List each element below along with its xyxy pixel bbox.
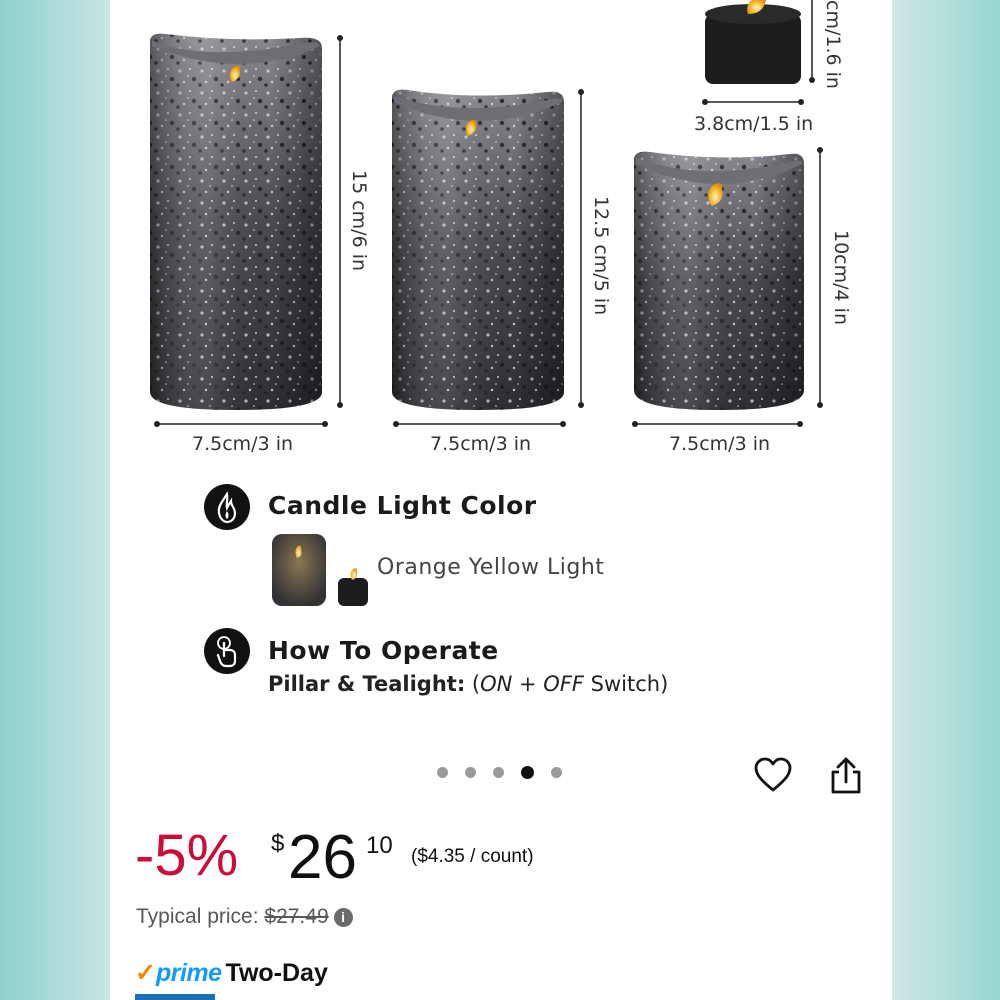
operate-switch: Switch)	[583, 672, 669, 696]
typical-price-value: $27.49	[264, 905, 329, 928]
medium-width-label: 7.5cm/3 in	[430, 433, 532, 455]
operate-label: Pillar & Tealight:	[268, 672, 466, 696]
carousel-dot[interactable]	[551, 767, 562, 778]
large-pillar-candle	[150, 33, 322, 410]
large-height-label: 15 cm/6 in	[348, 170, 370, 272]
image-carousel-indicator[interactable]	[437, 766, 562, 779]
discount-percentage: -5%	[135, 823, 239, 888]
delivery-text-clipped	[135, 994, 215, 1000]
typical-price: Typical price: $27.49 i	[136, 905, 353, 929]
share-icon	[831, 757, 861, 794]
medium-height-label: 12.5 cm/5 in	[590, 196, 612, 316]
operate-on-off: ON + OFF	[480, 672, 584, 696]
unit-price: ($4.35 / count)	[411, 846, 534, 867]
prime-logo: prime	[155, 959, 222, 987]
share-button[interactable]	[829, 757, 863, 799]
info-icon[interactable]: i	[333, 907, 353, 927]
candle-light-color-title: Candle Light Color	[268, 491, 537, 520]
carousel-dot-active[interactable]	[521, 766, 534, 779]
carousel-dot[interactable]	[493, 767, 504, 778]
flame-icon	[204, 484, 250, 530]
typical-price-label: Typical price:	[136, 905, 259, 928]
tealight-candle	[705, 0, 801, 84]
small-height-label: 10cm/4 in	[830, 230, 852, 325]
price-fraction: 10	[366, 832, 393, 859]
small-pillar-candle	[634, 151, 804, 410]
carousel-dot[interactable]	[437, 767, 448, 778]
large-width-label: 7.5cm/3 in	[192, 433, 294, 455]
small-width-label: 7.5cm/3 in	[669, 433, 771, 455]
operate-open: (	[471, 672, 481, 696]
prime-badge: ✓prime Two-Day	[135, 958, 328, 988]
light-color-value: Orange Yellow Light	[377, 555, 605, 580]
carousel-dot[interactable]	[465, 767, 476, 778]
wishlist-button[interactable]	[754, 757, 792, 797]
price-currency: $	[271, 830, 285, 857]
operate-description: Pillar & Tealight: (ON + OFF Switch)	[268, 672, 668, 696]
medium-pillar-candle	[392, 89, 564, 410]
price-whole: 26	[288, 823, 357, 892]
candle-light-preview	[272, 534, 368, 606]
hand-tap-icon	[204, 628, 250, 674]
heart-icon	[754, 757, 792, 792]
tealight-height-label: cm/1.6 in	[822, 0, 844, 89]
prime-check-icon: ✓	[135, 959, 156, 987]
shipping-speed: Two-Day	[225, 959, 328, 987]
how-to-operate-title: How To Operate	[268, 636, 499, 665]
tealight-width-label: 3.8cm/1.5 in	[694, 113, 814, 135]
